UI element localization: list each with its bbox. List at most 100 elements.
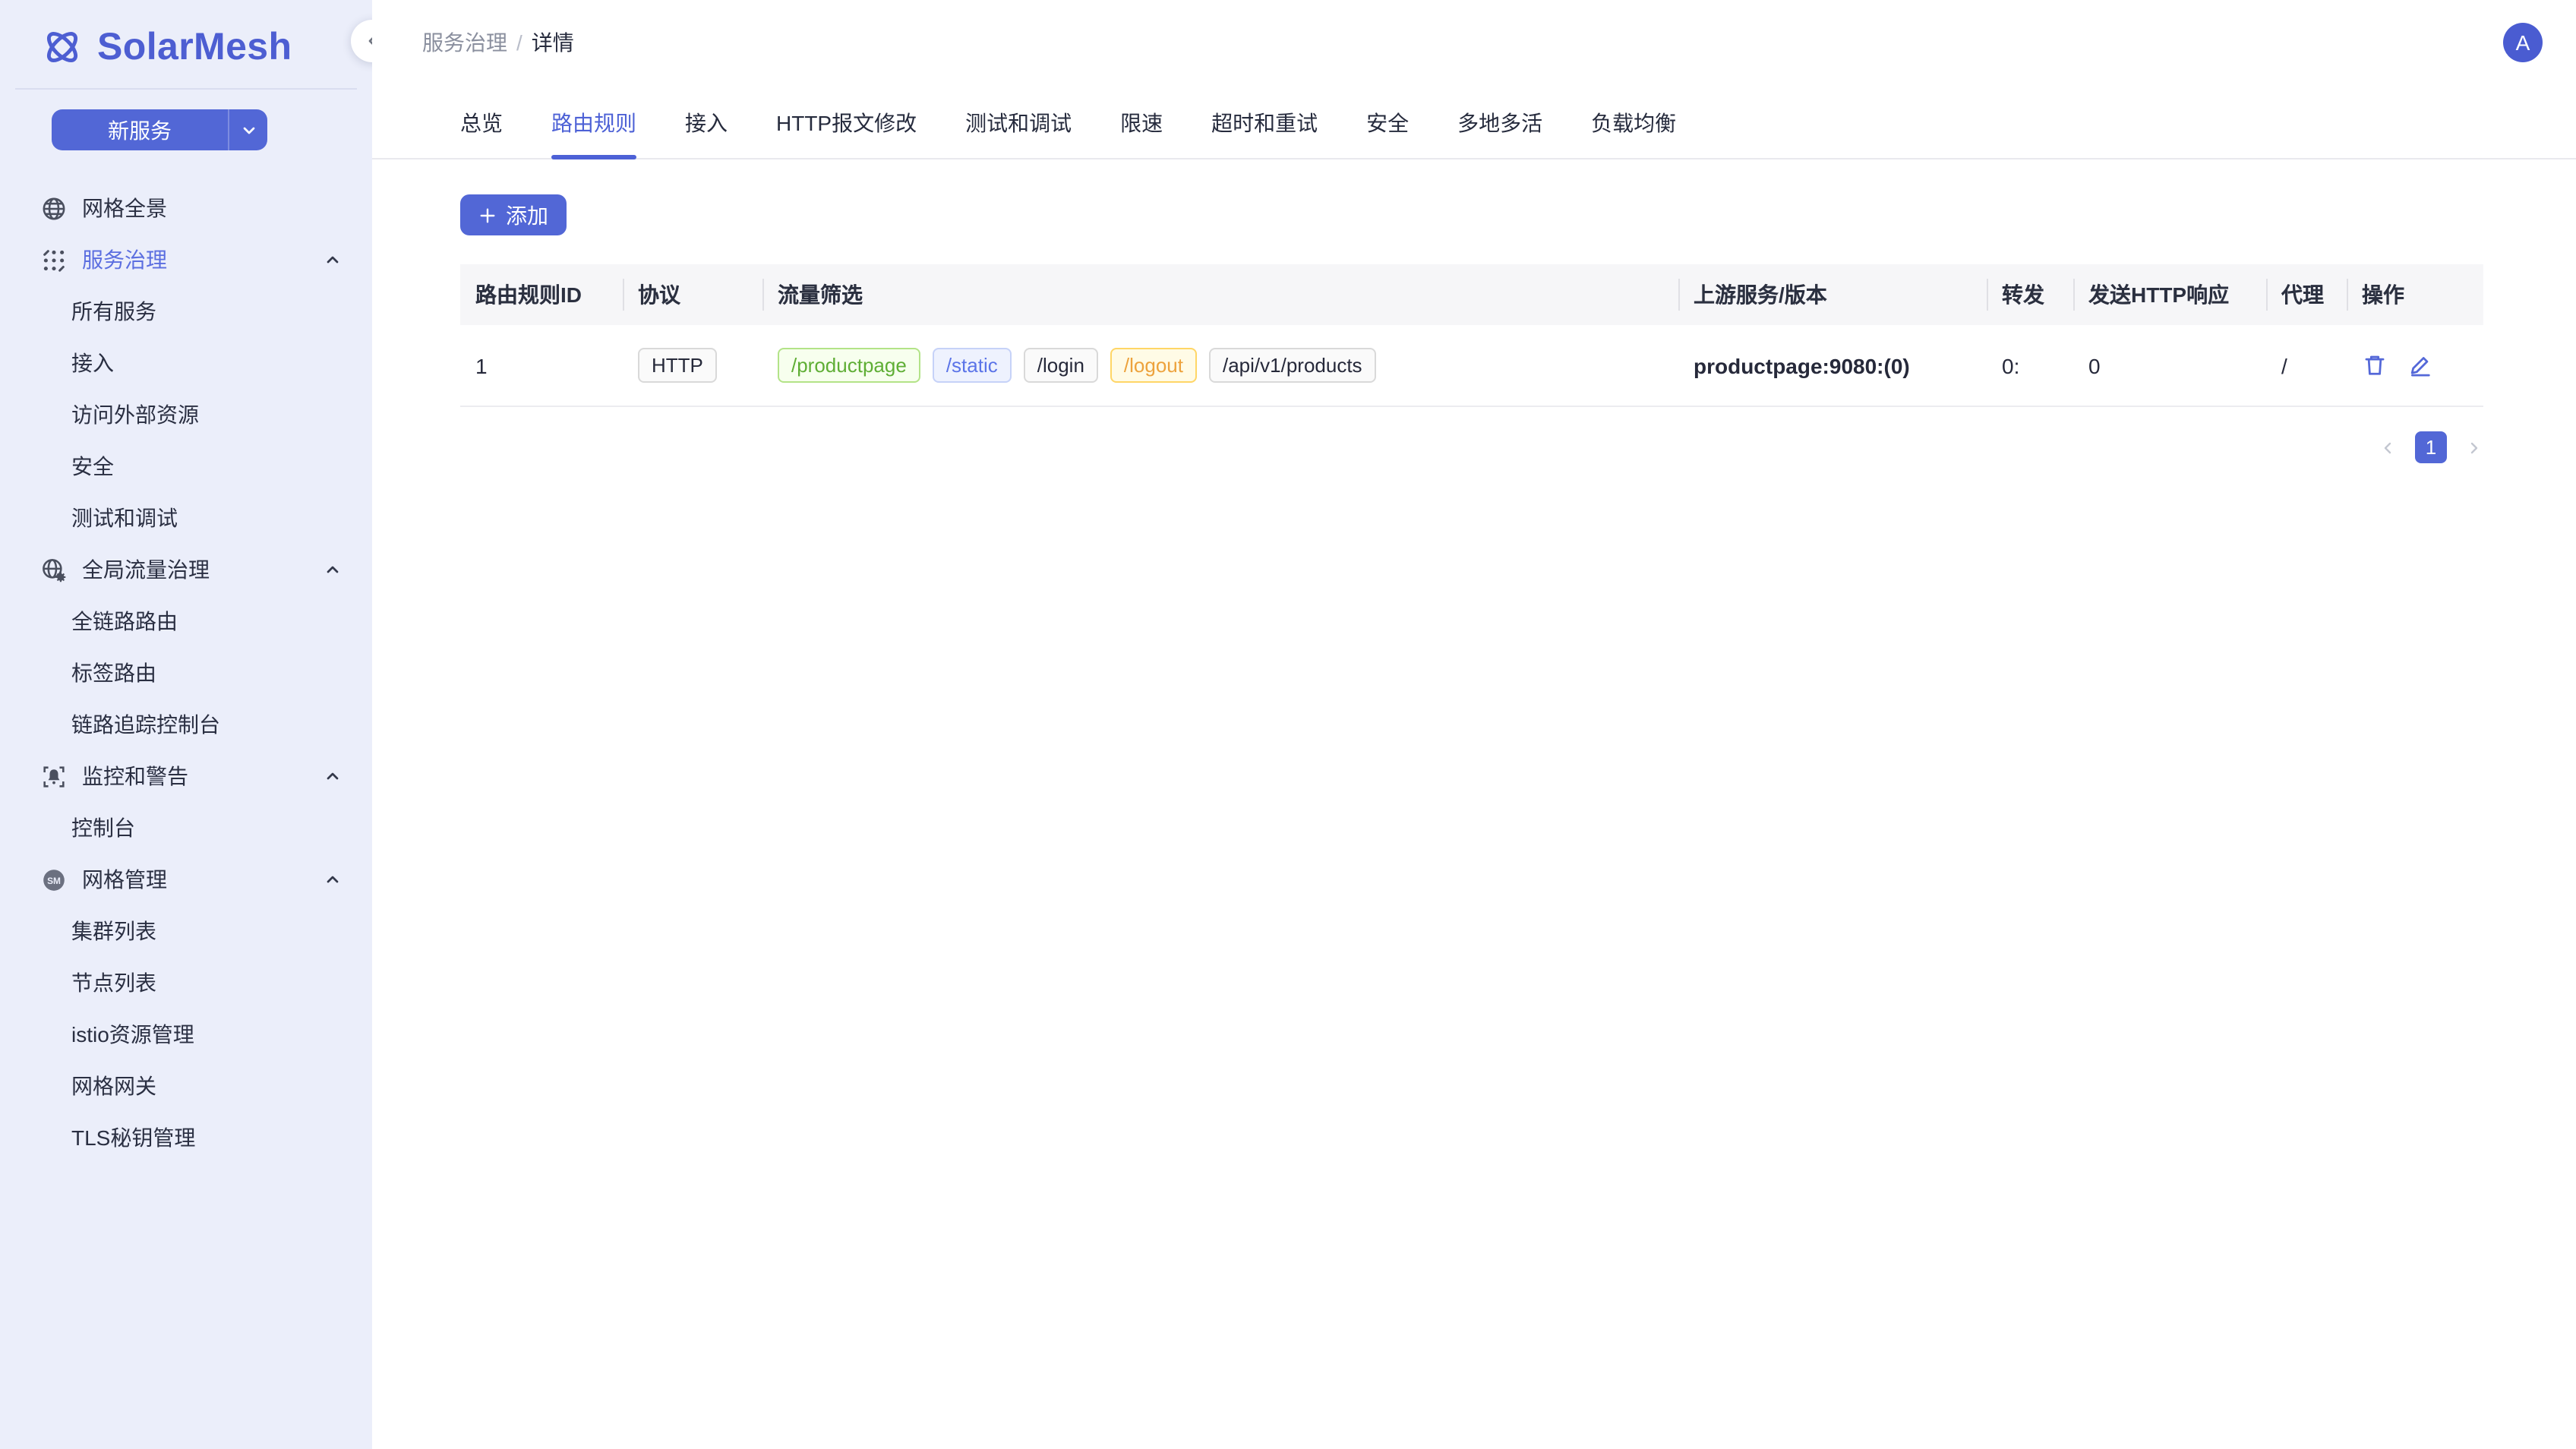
sidebar-item-trace-console[interactable]: 链路追踪控制台 [0, 699, 372, 750]
filter-tag: /logout [1110, 348, 1197, 383]
sidebar-item-node-list[interactable]: 节点列表 [0, 957, 372, 1009]
sidebar-group-global-traffic[interactable]: 全局流量治理 [0, 544, 372, 595]
logo: SolarMesh [0, 0, 372, 70]
topbar: 服务治理 / 详情 A [372, 0, 2576, 62]
sidebar-item-all-services[interactable]: 所有服务 [0, 286, 372, 337]
sidebar-group-label: 监控和警告 [82, 761, 188, 791]
edit-icon[interactable] [2407, 352, 2433, 378]
main-content: 服务治理 / 详情 A 总览 路由规则 接入 HTTP报文修改 测试和调试 限速 超… [372, 0, 2576, 1449]
globe-icon [41, 195, 67, 221]
sidebar-item-full-link-routing[interactable]: 全链路路由 [0, 595, 372, 647]
pagination: 1 [372, 431, 2483, 463]
protocol-tag: HTTP [638, 348, 717, 383]
sidebar-item-label: 接入 [71, 348, 114, 378]
new-service-button[interactable]: 新服务 [52, 109, 228, 150]
column-header-rule-id: 路由规则ID [460, 279, 623, 310]
atom-logo-icon [39, 24, 85, 70]
cell-http-response: 0 [2073, 353, 2266, 377]
routing-rules-table: 路由规则ID 协议 流量筛选 上游服务/版本 转发 发送HTTP响应 代理 操作… [460, 264, 2483, 407]
tab-http-rewrite[interactable]: HTTP报文修改 [776, 108, 917, 158]
sidebar-item-label: 所有服务 [71, 296, 156, 327]
cell-rule-id: 1 [460, 353, 623, 377]
user-avatar[interactable]: A [2503, 23, 2543, 62]
breadcrumb-section[interactable]: 服务治理 [422, 30, 507, 55]
filter-tag: /login [1024, 348, 1098, 383]
chevron-up-icon [324, 560, 342, 579]
column-header-actions: 操作 [2347, 279, 2483, 310]
mesh-dots-icon [41, 247, 67, 273]
breadcrumb: 服务治理 / 详情 [422, 27, 574, 58]
column-header-protocol: 协议 [623, 279, 762, 310]
sidebar-group-service-governance[interactable]: 服务治理 [0, 234, 372, 286]
sidebar-item-external-resources[interactable]: 访问外部资源 [0, 389, 372, 440]
breadcrumb-current: 详情 [532, 30, 574, 55]
sidebar-item-label-routing[interactable]: 标签路由 [0, 647, 372, 699]
sidebar-item-label: 集群列表 [71, 916, 156, 946]
column-header-traffic-filter: 流量筛选 [762, 279, 1678, 310]
new-service-dropdown-button[interactable] [228, 109, 267, 150]
sidebar-item-access[interactable]: 接入 [0, 337, 372, 389]
sidebar-item-label: istio资源管理 [71, 1019, 194, 1050]
cell-traffic-filters: /productpage /static /login /logout /api… [762, 348, 1678, 383]
sidebar-item-label: 网格全景 [82, 193, 167, 223]
filter-tag: /static [933, 348, 1012, 383]
svg-text:SM: SM [47, 875, 61, 886]
sidebar-item-test-debug[interactable]: 测试和调试 [0, 492, 372, 544]
column-header-forward: 转发 [1987, 279, 2073, 310]
cell-proxy: / [2266, 353, 2347, 377]
tab-load-balancing[interactable]: 负载均衡 [1591, 108, 1676, 158]
sidebar-item-tls-keys[interactable]: TLS秘钥管理 [0, 1112, 372, 1163]
sidebar-item-label: TLS秘钥管理 [71, 1122, 195, 1153]
sidebar-item-label: 访问外部资源 [71, 399, 199, 430]
chevron-up-icon [324, 251, 342, 269]
sidebar-item-label: 节点列表 [71, 968, 156, 998]
app-title: SolarMesh [97, 25, 292, 69]
sidebar-item-mesh-overview[interactable]: 网格全景 [0, 182, 372, 234]
plus-icon [478, 206, 497, 224]
sidebar-group-mesh-management[interactable]: SM 网格管理 [0, 854, 372, 905]
globe-gear-icon [41, 557, 67, 582]
add-button-label: 添加 [506, 200, 548, 230]
add-button[interactable]: 添加 [460, 194, 567, 235]
tab-overview[interactable]: 总览 [460, 108, 503, 158]
tab-access[interactable]: 接入 [685, 108, 728, 158]
sidebar-group-label: 全局流量治理 [82, 554, 210, 585]
sidebar-item-label: 链路追踪控制台 [71, 709, 220, 740]
pagination-prev-icon[interactable] [2379, 438, 2397, 456]
tab-security[interactable]: 安全 [1366, 108, 1409, 158]
tab-bar: 总览 路由规则 接入 HTTP报文修改 测试和调试 限速 超时和重试 安全 多地… [372, 108, 2576, 159]
column-header-http-response: 发送HTTP响应 [2073, 279, 2266, 310]
sidebar-menu: 网格全景 服务治理 所有服务 接入 访问外部资源 安全 测试和调试 全局流 [0, 182, 372, 1163]
sidebar-item-istio-resources[interactable]: istio资源管理 [0, 1009, 372, 1060]
tab-rate-limit[interactable]: 限速 [1120, 108, 1163, 158]
sidebar-item-label: 全链路路由 [71, 606, 178, 636]
sidebar-item-label: 标签路由 [71, 658, 156, 688]
pagination-next-icon[interactable] [2465, 438, 2483, 456]
tab-test-debug[interactable]: 测试和调试 [965, 108, 1072, 158]
column-header-proxy: 代理 [2266, 279, 2347, 310]
column-header-upstream: 上游服务/版本 [1678, 279, 1987, 310]
breadcrumb-separator: / [516, 30, 522, 55]
sidebar-item-security[interactable]: 安全 [0, 440, 372, 492]
sidebar-item-console[interactable]: 控制台 [0, 802, 372, 854]
sidebar-item-cluster-list[interactable]: 集群列表 [0, 905, 372, 957]
filter-tag: /api/v1/products [1209, 348, 1376, 383]
chevron-down-icon [239, 121, 257, 139]
chevron-up-icon [324, 767, 342, 785]
new-service-split-button[interactable]: 新服务 [52, 109, 267, 150]
sidebar-group-monitoring-alerts[interactable]: 监控和警告 [0, 750, 372, 802]
delete-icon[interactable] [2362, 352, 2388, 378]
chevron-up-icon [324, 870, 342, 889]
tab-timeout-retry[interactable]: 超时和重试 [1211, 108, 1318, 158]
filter-tag: /productpage [778, 348, 920, 383]
sidebar-divider [15, 88, 357, 90]
tab-multi-active[interactable]: 多地多活 [1457, 108, 1542, 158]
tab-routing-rules[interactable]: 路由规则 [551, 108, 636, 158]
sidebar: SolarMesh 新服务 网格全景 服务治理 [0, 0, 372, 1449]
sidebar-item-mesh-gateway[interactable]: 网格网关 [0, 1060, 372, 1112]
sidebar-item-label: 安全 [71, 451, 114, 481]
sidebar-group-label: 网格管理 [82, 864, 167, 895]
pagination-page-1[interactable]: 1 [2415, 431, 2447, 463]
sidebar-item-label: 控制台 [71, 813, 135, 843]
sidebar-item-label: 测试和调试 [71, 503, 178, 533]
